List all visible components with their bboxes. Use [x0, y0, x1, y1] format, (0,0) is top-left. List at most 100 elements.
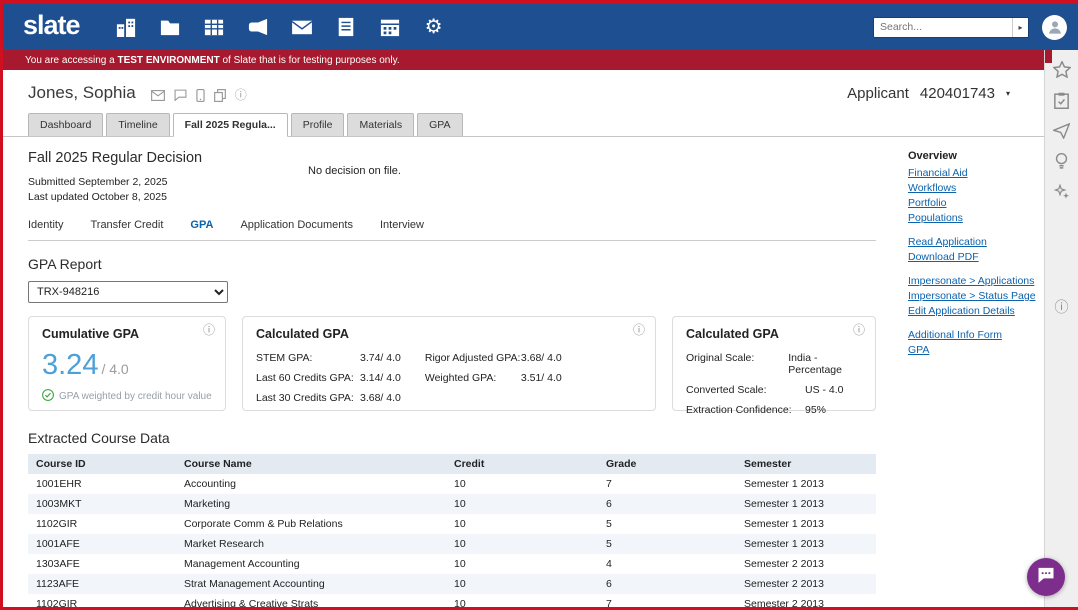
- table-icon[interactable]: [202, 15, 226, 39]
- gpa-stat: Converted Scale:US - 4.0: [686, 384, 862, 396]
- decision-submitted: Submitted September 2, 2025: [28, 175, 876, 190]
- quick-link-download-pdf[interactable]: Download PDF: [908, 251, 1044, 263]
- table-cell: Semester 1 2013: [736, 494, 876, 514]
- table-cell: 6: [598, 574, 736, 594]
- table-cell: Accounting: [176, 474, 446, 494]
- document-icon[interactable]: [334, 15, 358, 39]
- table-cell: Advertising & Creative Strats: [176, 594, 446, 607]
- calculated-gpa-card-2: Calculated GPA ⓘ Original Scale:India - …: [672, 316, 876, 411]
- quick-link-impersonate-applications[interactable]: Impersonate > Applications: [908, 275, 1044, 287]
- cumulative-gpa-value-row: 3.24 / 4.0: [42, 349, 212, 382]
- subtab-interview[interactable]: Interview: [380, 219, 424, 231]
- search-input[interactable]: [874, 18, 1012, 37]
- quick-link-read-application[interactable]: Read Application: [908, 236, 1044, 248]
- quick-link-financial-aid[interactable]: Financial Aid: [908, 167, 1044, 179]
- quick-link-edit-application-details[interactable]: Edit Application Details: [908, 305, 1044, 317]
- tab-dashboard[interactable]: Dashboard: [28, 113, 103, 136]
- applicant-id-dropdown[interactable]: Applicant 420401743 ▾: [847, 85, 1010, 102]
- tab-gpa[interactable]: GPA: [417, 113, 462, 136]
- quick-link-gpa[interactable]: GPA: [908, 344, 1044, 356]
- table-cell: 5: [598, 534, 736, 554]
- sparkles-icon[interactable]: [1054, 184, 1070, 200]
- gpa-stats-left: STEM GPA:3.74/ 4.0 Last 60 Credits GPA:3…: [256, 352, 401, 412]
- subtab-application-documents[interactable]: Application Documents: [240, 219, 353, 231]
- table-cell: 10: [446, 474, 598, 494]
- chevron-down-icon: ▾: [1006, 89, 1010, 98]
- card-title: Cumulative GPA: [42, 327, 212, 341]
- quick-link-impersonate-status-page[interactable]: Impersonate > Status Page: [908, 290, 1044, 302]
- quick-link-workflows[interactable]: Workflows: [908, 182, 1044, 194]
- table-cell: Market Research: [176, 534, 446, 554]
- star-icon[interactable]: [1053, 61, 1071, 78]
- envelope-icon[interactable]: [290, 15, 314, 39]
- folder-icon[interactable]: [158, 15, 182, 39]
- subtab-identity[interactable]: Identity: [28, 219, 63, 231]
- quick-link-populations[interactable]: Populations: [908, 212, 1044, 224]
- table-cell: Marketing: [176, 494, 446, 514]
- paper-plane-icon[interactable]: [1053, 123, 1070, 139]
- table-row: 1123AFEStrat Management Accounting106Sem…: [28, 574, 876, 594]
- quick-link-additional-info-form[interactable]: Additional Info Form: [908, 329, 1044, 341]
- gpa-report-select[interactable]: TRX-948216: [28, 281, 228, 303]
- applicant-role-label: Applicant: [847, 85, 909, 102]
- col-semester: Semester: [736, 454, 876, 474]
- slate-logo[interactable]: slate: [23, 10, 80, 41]
- gear-icon[interactable]: ⚙: [422, 15, 446, 39]
- search-submit-button[interactable]: ▸: [1012, 17, 1028, 38]
- copy-icon[interactable]: [214, 89, 226, 102]
- chat-bubble-button[interactable]: [1027, 558, 1065, 596]
- col-credit: Credit: [446, 454, 598, 474]
- table-cell: Semester 1 2013: [736, 514, 876, 534]
- course-data-heading: Extracted Course Data: [28, 430, 876, 446]
- gpa-report-heading: GPA Report: [28, 256, 876, 272]
- quick-links-panel: Overview Financial AidWorkflowsPortfolio…: [908, 137, 1044, 607]
- table-cell: 1001EHR: [28, 474, 176, 494]
- user-avatar[interactable]: [1042, 15, 1067, 40]
- info-icon[interactable]: ⓘ: [633, 324, 645, 336]
- megaphone-icon[interactable]: [246, 15, 270, 39]
- tab-fall-2025-regula[interactable]: Fall 2025 Regula...: [173, 113, 288, 137]
- tab-materials[interactable]: Materials: [347, 113, 414, 136]
- tab-profile[interactable]: Profile: [291, 113, 345, 136]
- buildings-icon[interactable]: [114, 15, 138, 39]
- table-cell: 10: [446, 494, 598, 514]
- navbar-icon-group: ⚙: [114, 15, 446, 39]
- info-icon[interactable]: ⓘ: [203, 324, 215, 336]
- subtab-gpa[interactable]: GPA: [190, 219, 213, 231]
- banner-emphasis: TEST ENVIRONMENT: [117, 55, 219, 66]
- email-icon[interactable]: [151, 90, 165, 101]
- gpa-stat: Extraction Confidence:95%: [686, 404, 862, 416]
- quick-link-portfolio[interactable]: Portfolio: [908, 197, 1044, 209]
- quick-links-groups: Financial Aid Workflows Portfolio Populatio…: [908, 167, 1044, 356]
- table-cell: 7: [598, 594, 736, 607]
- gpa-stat: Last 60 Credits GPA:3.14/ 4.0: [256, 372, 401, 384]
- info-icon[interactable]: ⓘ: [235, 89, 247, 101]
- table-row: 1102GIRCorporate Comm & Pub Relations105…: [28, 514, 876, 534]
- decision-section: Fall 2025 Regular Decision No decision o…: [28, 137, 876, 205]
- table-cell: 1303AFE: [28, 554, 176, 574]
- subtab-transfer-credit[interactable]: Transfer Credit: [90, 219, 163, 231]
- calendar-icon[interactable]: [378, 15, 402, 39]
- table-row: 1001AFEMarket Research105Semester 1 2013: [28, 534, 876, 554]
- info-icon[interactable]: ⓘ: [853, 324, 865, 336]
- table-cell: Corporate Comm & Pub Relations: [176, 514, 446, 534]
- quick-links-group: Additional Info Form GPA: [908, 329, 1044, 356]
- table-cell: Semester 1 2013: [736, 474, 876, 494]
- chat-icon[interactable]: [174, 89, 187, 101]
- gpa-stats-right: Rigor Adjusted GPA:3.68/ 4.0 Weighted GP…: [425, 352, 562, 412]
- quick-links-group: Read Application Download PDF: [908, 236, 1044, 263]
- applicant-header-icons: ⓘ: [151, 89, 247, 102]
- course-table: Course ID Course Name Credit Grade Semes…: [28, 454, 876, 607]
- cumulative-gpa-scale: / 4.0: [101, 361, 128, 377]
- info-circle-icon[interactable]: ⓘ: [1055, 300, 1069, 314]
- table-cell: 6: [598, 494, 736, 514]
- lightbulb-icon[interactable]: [1055, 153, 1068, 170]
- table-cell: 1102GIR: [28, 594, 176, 607]
- gpa-cards: Cumulative GPA ⓘ 3.24 / 4.0: [28, 316, 876, 411]
- clipboard-icon[interactable]: [1054, 92, 1069, 109]
- phone-icon[interactable]: [196, 89, 205, 102]
- quick-links-group: Impersonate > Applications Impersonate > …: [908, 275, 1044, 317]
- table-cell: Semester 2 2013: [736, 594, 876, 607]
- table-cell: Semester 2 2013: [736, 574, 876, 594]
- tab-timeline[interactable]: Timeline: [106, 113, 169, 136]
